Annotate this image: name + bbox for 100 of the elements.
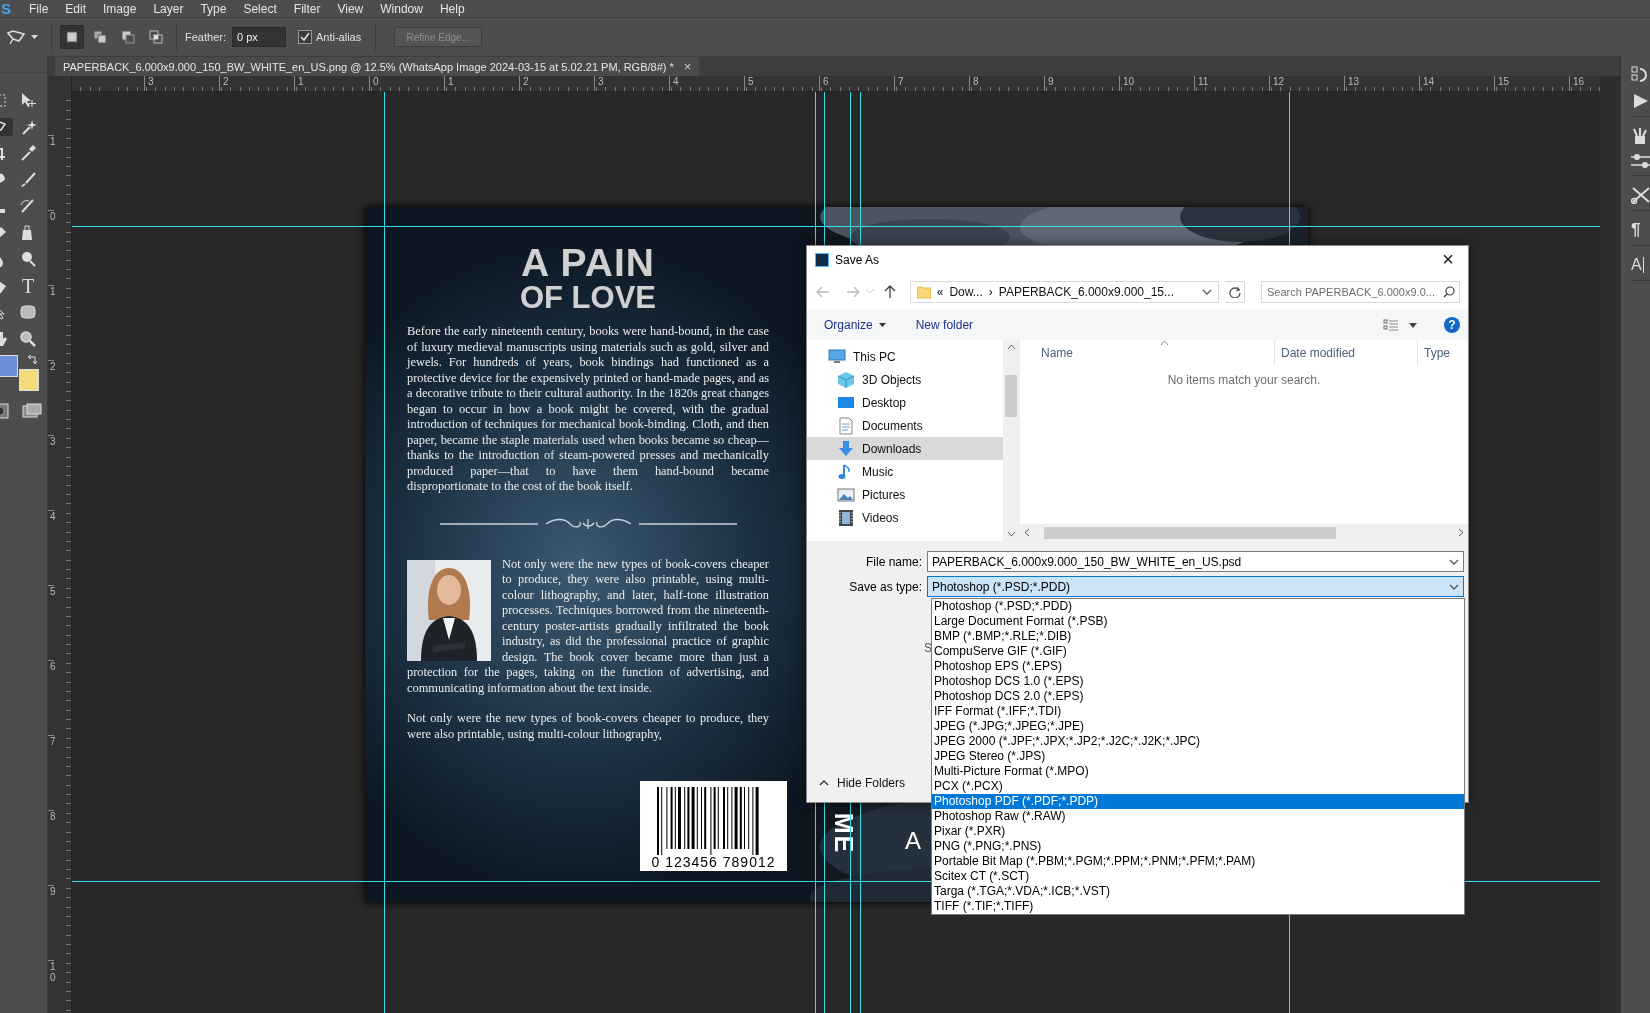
- file-type-option[interactable]: Multi-Picture Format (*.MPO): [932, 764, 1464, 779]
- breadcrumb[interactable]: Dow...: [949, 284, 983, 299]
- caret-icon[interactable]: [31, 34, 39, 40]
- app-logo: S: [1, 0, 12, 17]
- help-button[interactable]: ?: [1444, 317, 1460, 333]
- menu-item[interactable]: Layer: [144, 1, 192, 16]
- menu-item[interactable]: Edit: [56, 1, 95, 16]
- folder-nav-item[interactable]: Documents: [807, 414, 1003, 437]
- menu-item[interactable]: File: [20, 1, 57, 16]
- menu-item[interactable]: View: [328, 1, 372, 16]
- paragraph-panel-button[interactable]: ¶: [1631, 221, 1650, 239]
- file-type-option[interactable]: IFF Format (*.IFF;*.TDI): [932, 704, 1464, 719]
- scissors-icon[interactable]: [1631, 186, 1650, 204]
- move-icon[interactable]: [19, 91, 37, 110]
- sliders-icon[interactable]: [1631, 153, 1650, 169]
- file-type-option[interactable]: Scitex CT (*.SCT): [932, 869, 1464, 884]
- menu-item[interactable]: Help: [430, 1, 473, 16]
- history-icon[interactable]: [1631, 66, 1649, 84]
- character-panel-button[interactable]: A: [1631, 256, 1650, 274]
- menu-item[interactable]: Select: [234, 1, 285, 16]
- scroll-up-icon[interactable]: [1006, 344, 1016, 350]
- selection-mode-button[interactable]: [60, 25, 84, 49]
- folder-nav-item[interactable]: Downloads: [807, 437, 1003, 460]
- background-color-swatch[interactable]: [19, 369, 39, 391]
- file-type-option[interactable]: Targa (*.TGA;*.VDA;*.ICB;*.VST): [932, 884, 1464, 899]
- scrollbar-thumb[interactable]: [1044, 526, 1336, 539]
- downloads-folder-icon: [837, 439, 855, 458]
- address-bar[interactable]: « Dow... › PAPERBACK_6.000x9.000_15...: [909, 280, 1220, 303]
- file-name-field[interactable]: PAPERBACK_6.000x9.000_150_BW_WHITE_en_US.psd: [927, 551, 1464, 572]
- file-type-option[interactable]: PCX (*.PCX): [932, 779, 1464, 794]
- folder-nav-item[interactable]: Videos: [807, 506, 1003, 529]
- menu-item[interactable]: Window: [371, 1, 431, 16]
- caret-icon[interactable]: [1409, 322, 1417, 328]
- horizontal-ruler: 3 2 1 0 1 2 3 4 5 6 7 8 9 10 11 12 13 14 15 16: [72, 76, 1600, 92]
- cover-paragraph: Not only were the new types of book-covers cheaper to produce, they were also printable, using multi-colour lithography, and later, half-tone illustration processes. Techniques borrowed from the nineteenth-century poster-artists gradually infiltrated the book industry, as did the professional practice of graphic design. The book cover became more than just a protection for the pages, taking on the function of advertising, and communicating information about the text inside.: [407, 556, 769, 696]
- dodge-icon[interactable]: [19, 250, 37, 269]
- front-cover-letter: A: [905, 827, 921, 855]
- play-icon[interactable]: [1631, 92, 1649, 110]
- refresh-button[interactable]: [1225, 280, 1245, 303]
- zoom-icon[interactable]: [19, 329, 37, 348]
- scrollbar-thumb[interactable]: [1005, 374, 1017, 417]
- column-header[interactable]: Name: [1020, 340, 1275, 366]
- swap-arrows-icon[interactable]: [28, 355, 38, 365]
- file-type-option[interactable]: Portable Bit Map (*.PBM;*.PGM;*.PPM;*.PNM;*.PFM;*.PAM): [932, 854, 1464, 869]
- screen-mode-icon[interactable]: [22, 403, 42, 419]
- type-tool[interactable]: T: [21, 276, 35, 295]
- feather-label: Feather:: [185, 31, 226, 43]
- menu-item[interactable]: Filter: [284, 1, 329, 16]
- document-tab[interactable]: PAPERBACK_6.000x9.000_150_BW_WHITE_en_US.png @ 12.5% (WhatsApp Image 2024-03-15 at 5.02.21 PM, RGB/8#) * ×: [55, 57, 700, 76]
- file-type-option[interactable]: TIFF (*.TIF;*.TIFF): [932, 899, 1464, 914]
- field-label: Save as type:: [848, 579, 923, 594]
- up-arrow-icon[interactable]: [883, 284, 896, 299]
- refresh-icon: [1228, 285, 1241, 298]
- anti-alias-checkbox[interactable]: [297, 30, 312, 44]
- close-tab-button[interactable]: ×: [683, 59, 692, 74]
- brush-presets-icon[interactable]: [1631, 127, 1649, 145]
- scroll-right-icon[interactable]: [1458, 528, 1464, 537]
- file-type-option[interactable]: Photoshop PDF (*.PDF;*.PDP): [932, 794, 1464, 809]
- file-type-option[interactable]: Large Document Format (*.PSB): [932, 614, 1464, 629]
- lasso-icon[interactable]: [5, 28, 27, 46]
- field-label: File name:: [864, 554, 923, 569]
- folder-nav-item[interactable]: Pictures: [807, 483, 1003, 506]
- breadcrumb[interactable]: PAPERBACK_6.000x9.000_15...: [998, 284, 1174, 299]
- file-type-option[interactable]: JPEG (*.JPG;*.JPEG;*.JPE): [932, 719, 1464, 734]
- foreground-color-swatch[interactable]: [0, 355, 18, 377]
- lasso-icon[interactable]: [0, 117, 13, 136]
- new-folder-button[interactable]: New folder: [915, 318, 974, 332]
- close-button[interactable]: ×: [1428, 248, 1468, 271]
- file-type-option[interactable]: Photoshop DCS 1.0 (*.EPS): [932, 674, 1464, 689]
- scroll-down-icon[interactable]: [1006, 531, 1016, 537]
- file-type-option[interactable]: JPEG 2000 (*.JPF;*.JPX;*.JP2;*.J2C;*.J2K;*.JPC): [932, 734, 1464, 749]
- brush-icon[interactable]: [19, 170, 37, 189]
- hide-folders-button[interactable]: Hide Folders: [807, 776, 906, 790]
- file-type-option[interactable]: Photoshop (*.PSD;*.PDD): [932, 599, 1464, 614]
- eyedropper-icon[interactable]: [19, 144, 37, 163]
- file-type-option[interactable]: Photoshop DCS 2.0 (*.EPS): [932, 689, 1464, 704]
- column-header[interactable]: Date modified: [1275, 340, 1418, 366]
- folder-nav-item[interactable]: This PC: [807, 345, 1003, 368]
- folder-nav-item[interactable]: Music: [807, 460, 1003, 483]
- organize-menu[interactable]: Organize: [824, 318, 886, 332]
- folder-nav-item[interactable]: 3D Objects: [807, 368, 1003, 391]
- menu-item[interactable]: Type: [191, 1, 235, 16]
- view-options-icon[interactable]: [1383, 319, 1399, 331]
- file-type-option[interactable]: JPEG Stereo (*.JPS): [932, 749, 1464, 764]
- file-type-option[interactable]: BMP (*.BMP;*.RLE;*.DIB): [932, 629, 1464, 644]
- file-type-option[interactable]: PNG (*.PNG;*.PNS): [932, 839, 1464, 854]
- vertical-ruler: 1 0 1 2 3 4 5 6 7 8 9 10: [48, 92, 72, 1013]
- scroll-left-icon[interactable]: [1024, 528, 1030, 537]
- rounded-rectangle-icon[interactable]: [19, 303, 37, 322]
- save-type-dropdown[interactable]: Photoshop (*.PSD;*.PDD): [927, 576, 1464, 597]
- file-type-option[interactable]: Photoshop Raw (*.RAW): [932, 809, 1464, 824]
- file-type-option[interactable]: Pixar (*.PXR): [932, 824, 1464, 839]
- search-field[interactable]: Search PAPERBACK_6.000x9.0...: [1261, 280, 1460, 303]
- chevron-down-icon[interactable]: [1202, 288, 1213, 295]
- file-type-option[interactable]: CompuServe GIF (*.GIF): [932, 644, 1464, 659]
- column-header[interactable]: Type: [1418, 346, 1450, 360]
- feather-field[interactable]: 0 px: [231, 27, 286, 47]
- folder-nav-item[interactable]: Desktop: [807, 391, 1003, 414]
- menu-item[interactable]: Image: [94, 1, 145, 16]
- file-type-option[interactable]: Photoshop EPS (*.EPS): [932, 659, 1464, 674]
